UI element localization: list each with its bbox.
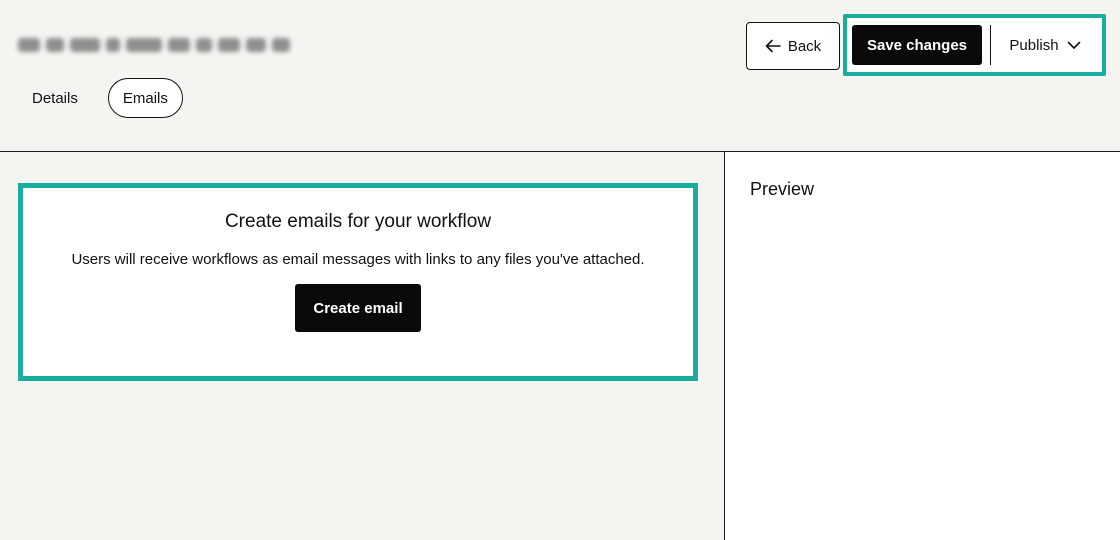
chevron-down-icon (1067, 41, 1080, 49)
tab-bar: Details Emails (18, 78, 183, 118)
publish-button[interactable]: Publish (991, 25, 1099, 65)
tab-emails[interactable]: Emails (107, 78, 183, 118)
back-button[interactable]: Back (746, 22, 840, 70)
back-button-label: Back (787, 37, 822, 55)
publish-button-label: Publish (1009, 36, 1059, 54)
empty-state-description: Users will receive workflows as email me… (71, 251, 645, 268)
page-header: Details Emails Back Save changes Publish (0, 0, 1120, 152)
save-changes-button[interactable]: Save changes (852, 25, 982, 65)
empty-state-card: Create emails for your workflow Users wi… (18, 183, 698, 381)
create-email-button[interactable]: Create email (295, 284, 421, 332)
email-editor-pane: Create emails for your workflow Users wi… (0, 152, 724, 540)
workflow-title-redacted (18, 32, 300, 58)
tab-details[interactable]: Details (18, 78, 92, 118)
save-publish-group: Save changes Publish (843, 14, 1106, 76)
preview-pane: Preview (725, 152, 1120, 540)
preview-title: Preview (750, 179, 815, 199)
empty-state-title: Create emails for your workflow (224, 211, 492, 232)
arrow-left-icon (765, 39, 781, 53)
